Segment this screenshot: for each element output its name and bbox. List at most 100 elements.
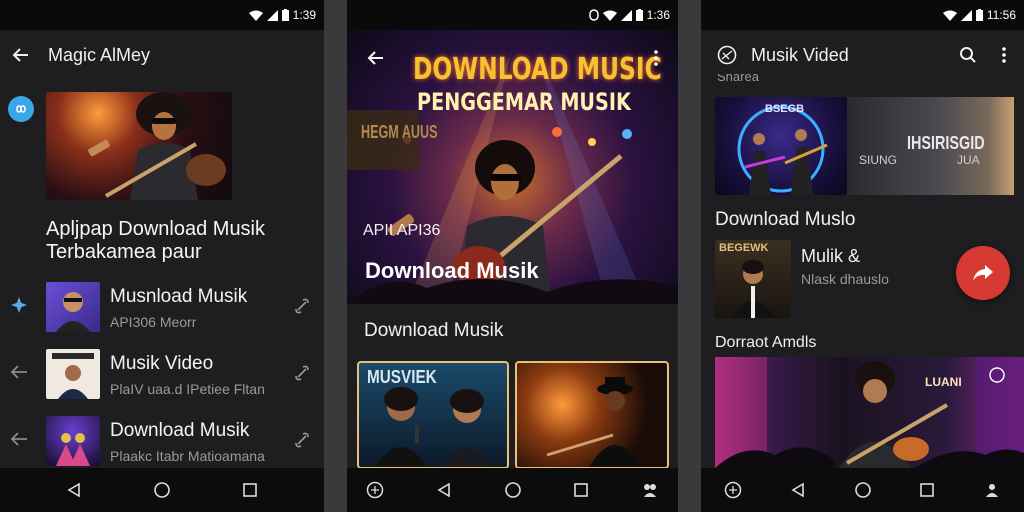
list-item[interactable]: Musik Video PlaIV uaa.d IPetiee Fltan xyxy=(0,345,324,405)
api-label: APII API36 xyxy=(363,222,441,239)
blur-icon xyxy=(717,45,737,65)
nav-back-icon xyxy=(791,482,804,498)
nav-recents-button[interactable] xyxy=(569,478,593,502)
headline: Apljpap Download Musik Terbakamea paur xyxy=(46,218,265,264)
link-icon[interactable] xyxy=(292,363,312,383)
nav-recents-button[interactable] xyxy=(238,478,262,502)
hero-title: Download Musik xyxy=(365,258,539,283)
concert-banner[interactable]: LUANI xyxy=(715,357,1024,468)
app-switch-button[interactable] xyxy=(363,478,387,502)
nav-home-button[interactable] xyxy=(851,478,875,502)
card-subtitle: SIUNG xyxy=(859,153,898,167)
featured-image[interactable] xyxy=(46,92,232,200)
row-thumbnail: BEGEWK xyxy=(715,240,791,318)
list-item-subtitle: PlaIV uaa.d IPetiee Fltan xyxy=(110,381,265,397)
nav-home-button[interactable] xyxy=(150,478,174,502)
nav-back-button[interactable] xyxy=(432,478,456,502)
signal-icon xyxy=(620,9,632,21)
section-title-2: Dorraot Amdls xyxy=(715,334,817,351)
list-item[interactable]: Musnload Musik API306 Meorr xyxy=(0,278,324,338)
video-card[interactable] xyxy=(515,361,669,469)
share-icon xyxy=(973,265,993,281)
carousel-card[interactable]: IHSIRISGID SIUNG JUA xyxy=(847,97,1014,195)
people-icon xyxy=(644,484,656,497)
search-button[interactable] xyxy=(950,37,986,73)
link-icon[interactable] xyxy=(292,430,312,450)
system-nav-bar xyxy=(701,468,1024,512)
nav-back-icon xyxy=(437,482,450,498)
nav-home-icon xyxy=(504,482,521,498)
more-options-button[interactable] xyxy=(986,37,1022,73)
app-switch-button[interactable] xyxy=(721,478,745,502)
status-bar: 1:39 xyxy=(0,0,324,30)
nav-home-button[interactable] xyxy=(501,478,525,502)
list-item[interactable]: Download Musik Plaakc Itabr Matioamana xyxy=(0,412,324,472)
back-arrow-icon xyxy=(10,432,27,446)
nav-home-icon xyxy=(854,482,871,498)
more-options-button[interactable] xyxy=(638,40,674,76)
account-button[interactable] xyxy=(980,478,1004,502)
wifi-icon xyxy=(602,10,617,21)
status-bar: 1:36 xyxy=(347,0,678,30)
wifi-icon xyxy=(942,10,957,21)
row-title: Mulik & xyxy=(801,246,861,266)
banner-title: DOWNLOAD MUSIC xyxy=(413,52,662,87)
blur-icon xyxy=(366,481,384,499)
banner-sign: LUANI xyxy=(925,375,962,389)
nav-recents-icon xyxy=(243,483,257,497)
list-thumbnail xyxy=(46,349,100,399)
app-logo-button[interactable] xyxy=(709,37,745,73)
phone-screen-2: 1:36 DOWNLOAD MUSIC PENGGEMAR MUSIK HEGM… xyxy=(347,0,678,512)
list-thumbnail xyxy=(46,282,100,332)
video-card[interactable]: MUSVIEK xyxy=(357,361,509,469)
app-title: Musik Vided xyxy=(751,44,849,65)
infinity-icon xyxy=(16,105,26,113)
nav-back-icon xyxy=(67,482,80,498)
back-button[interactable] xyxy=(357,40,393,76)
alarm-icon xyxy=(588,9,599,21)
list-item-title: Musnload Musik xyxy=(110,286,248,307)
nav-recents-icon xyxy=(574,483,589,497)
nav-home-icon xyxy=(154,482,170,498)
back-arrow-icon xyxy=(12,48,28,62)
section-title: Download Musik xyxy=(364,320,504,341)
peek-text: Sharea xyxy=(717,74,759,84)
list-item-subtitle: Plaakc Itabr Matioamana xyxy=(110,448,265,464)
battery-icon xyxy=(975,9,983,21)
back-arrow-icon xyxy=(10,365,27,379)
card-title: IHSIRISGID xyxy=(907,133,985,153)
hero-banner: DOWNLOAD MUSIC PENGGEMAR MUSIK HEGM AUUS… xyxy=(347,30,678,304)
blur-icon xyxy=(724,481,742,499)
app-bar: Magic AlMey xyxy=(0,30,324,80)
status-bar: 11:56 xyxy=(701,0,1024,30)
card-subtitle-2: JUA xyxy=(957,153,980,167)
phone-screen-3: 11:56 Musik Vided Sharea BSEGB IHSIRISGI… xyxy=(701,0,1024,512)
app-title: Magic AlMey xyxy=(48,44,151,65)
nav-recents-button[interactable] xyxy=(915,478,939,502)
carousel-card[interactable]: BSEGB xyxy=(715,97,847,195)
app-logo xyxy=(8,96,34,122)
app-bar: Musik Vided xyxy=(701,30,1024,80)
back-button[interactable] xyxy=(2,37,38,73)
list-thumbnail xyxy=(46,416,100,466)
people-button[interactable] xyxy=(638,478,662,502)
list-item-title: Musik Video xyxy=(110,353,214,374)
share-fab[interactable] xyxy=(956,246,1010,300)
battery-icon xyxy=(635,9,643,21)
nav-back-button[interactable] xyxy=(786,478,810,502)
more-vert-icon xyxy=(654,50,658,66)
signal-icon xyxy=(960,9,972,21)
battery-icon xyxy=(281,9,289,21)
nav-back-button[interactable] xyxy=(62,478,86,502)
card-label: BSEGB xyxy=(765,103,805,115)
search-icon xyxy=(960,47,976,63)
status-time: 11:56 xyxy=(986,8,1016,22)
link-icon[interactable] xyxy=(292,296,312,316)
status-time: 1:36 xyxy=(646,8,670,22)
guitarist-illustration xyxy=(88,92,226,200)
star-icon xyxy=(11,297,27,313)
banner-subtitle: PENGGEMAR MUSIK xyxy=(417,88,631,116)
headline-line-1: Apljpap Download Musik xyxy=(46,218,266,240)
poster-text: HEGM AUUS xyxy=(361,122,438,142)
headline-line-2: Terbakamea paur xyxy=(46,241,202,263)
